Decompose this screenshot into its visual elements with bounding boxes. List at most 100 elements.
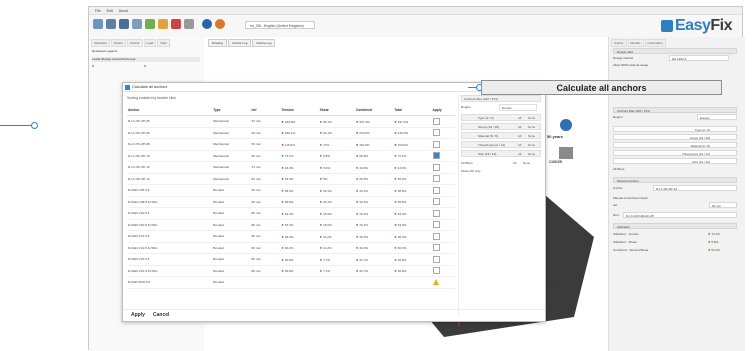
filter-item[interactable]: Material (6 / 8) All None [461,132,541,139]
filter-item[interactable]: Size (19 / 10) All None [461,150,541,157]
region-select[interactable]: Europe [697,114,737,120]
filter-thread-type[interactable]: Thread type (19 / 14) [613,150,737,156]
cell-apply[interactable] [431,230,455,243]
hef-input[interactable]: 60 mm [709,202,737,208]
filter-material[interactable]: Material (6 / 8) [613,142,737,148]
col-hef[interactable]: hef [250,105,281,116]
filter-type[interactable]: Type (2 / 3) [613,126,737,132]
filter-panel-header[interactable]: Anchors filter (210 / 374) [461,95,541,102]
filter-size[interactable]: Size (19 / 10) [613,158,737,164]
language-select[interactable]: en_GB - English (United Kingdom) [245,21,315,29]
apply-button[interactable]: Apply [131,312,145,318]
new-file-icon[interactable] [93,19,103,29]
cell-apply[interactable] [431,184,455,197]
filter-all-button[interactable]: All [518,142,521,149]
filter-item[interactable]: Group (19 / 18) All None [461,123,541,130]
table-row[interactable]: R-KER-V10-5.6-HDG Bonded 80 mm ●54.4% ●15.6%… [127,219,455,231]
cell-apply[interactable] [431,150,455,162]
table-row[interactable]: R-KER-V12-5.6-HDG Bonded 80 mm ●30.2% ●11.2%… [127,242,455,254]
all-filters-all-button[interactable]: All [513,160,516,167]
tab-results[interactable]: Results [627,39,644,47]
apply-checkbox[interactable] [432,129,440,137]
col-tension[interactable]: Tension [280,105,319,116]
cell-apply[interactable] [431,207,455,220]
tab-fixture[interactable]: Fixture [110,39,127,47]
tab-load[interactable]: Load [143,39,157,47]
cell-apply[interactable] [431,276,455,289]
show-ok-only[interactable]: Show OK only [461,168,541,175]
filter-all-button[interactable]: All [518,151,521,158]
all-filters-none-button[interactable]: None [523,160,530,167]
filter-all-button[interactable]: All [518,124,521,131]
table-row[interactable]: R-LX-HF-ZP-06 Mechanical 40 mm ●180.1% ●24.1… [127,127,455,139]
anchor-filter-header[interactable]: Anchors filter (210 / 374) [613,107,737,113]
filter-group[interactable]: Group (19 / 18) [613,134,737,140]
menu-edit[interactable]: Edit [107,9,113,13]
rod-select[interactable]: R-LX-10X100-HF-ZP [623,212,737,218]
apply-checkbox[interactable] [432,140,440,148]
apply-checkbox[interactable] [432,186,440,194]
apply-checkbox[interactable] [432,244,440,252]
selected-anchor-header[interactable]: Selected anchor [613,177,737,183]
pdf-icon[interactable] [171,19,181,29]
export-icon[interactable] [145,19,155,29]
tab-anchor[interactable]: Anchor [127,39,143,47]
col-anchor[interactable]: Anchor [127,105,213,116]
cell-apply[interactable] [431,219,455,231]
print-icon[interactable] [184,19,194,29]
filter-item[interactable]: Thread type (2 / 14) All None [461,141,541,148]
filter-none-button[interactable]: None [528,124,535,131]
table-row[interactable]: R-KER-V08-5.6-HDG Bonded 60 mm ●36.6% ●20.1%… [127,196,455,208]
table-row[interactable]: R-LX-HF-ZP-10 Mechanical 60 mm ●72.1% ●6.8% ●… [127,150,455,162]
apply-checkbox[interactable] [432,198,440,206]
col-combined[interactable]: Combined [354,105,394,116]
table-row[interactable]: R-KER-V10-5.6 Bonded 80 mm ●54.4% ●15.6% ●76.… [127,207,455,220]
filter-all-button[interactable]: All [518,115,521,122]
menu-about[interactable]: About [119,9,128,13]
table-row[interactable]: R-LX-HF-ZP-08 Mechanical 50 mm ●116.6% ●17% ●… [127,138,455,151]
table-row[interactable]: R-KER-V06-5.6 Bonded 60 mm ●38.6% ●29.1% ●30.… [127,184,455,197]
design-data-header[interactable]: Design data [613,48,737,54]
apply-checkbox[interactable] [432,152,440,160]
filter-none-button[interactable]: None [528,133,535,140]
filter-none-button[interactable]: None [528,142,535,149]
filter-none-button[interactable]: None [528,115,535,122]
cell-apply[interactable] [431,138,455,151]
menu-file[interactable]: File [95,9,101,13]
cell-apply[interactable] [431,173,455,185]
table-row[interactable]: R-KER-V16-5.6 Bonded 80 mm ●30.8% ●7.1% ●32.7… [127,253,455,266]
table-row[interactable]: R-KER-M20-5.6 Bonded [127,276,455,289]
open-file-icon[interactable] [106,19,116,29]
loads-header[interactable]: Loads (Design actions/Factored) [92,57,200,62]
apply-checkbox[interactable] [432,175,440,183]
report-icon[interactable] [132,19,142,29]
design-method-select[interactable]: EN 1992-4 [669,55,729,61]
cell-apply[interactable] [431,196,455,208]
apply-checkbox[interactable] [432,221,440,229]
apply-checkbox[interactable] [432,117,440,125]
table-row[interactable]: R-LX-HF-ZP-14 Mechanical 82 mm ●33.3% ●5% ●35… [127,173,455,185]
filter-item[interactable]: Type (2 / 3) All None [461,114,541,121]
table-row[interactable]: R-LX-HF-ZP-12 Mechanical 74 mm ●43.0% ●5.6% ●… [127,161,455,174]
table-row[interactable]: R-KER-V12-5.6 Bonded 80 mm ●30.2% ●11.2% ●30.… [127,230,455,243]
cell-apply[interactable] [431,127,455,139]
filter-region-select[interactable]: Europe [499,104,537,111]
table-row[interactable]: R-KER-V16-5.6-HDG Bonded 80 mm ●30.8% ●7.1% ●… [127,265,455,277]
tab-view[interactable]: View [157,39,170,47]
filter-all-button[interactable]: All [518,133,521,140]
col-type[interactable]: Type [212,105,251,116]
tab-substrate[interactable]: Substrate [91,39,110,47]
apply-checkbox[interactable] [432,163,440,171]
apply-checkbox[interactable] [432,267,440,275]
anchor-select[interactable]: R-LX-HF-ZP-10 [653,185,737,191]
cell-apply[interactable] [431,115,455,128]
cell-apply[interactable] [431,242,455,254]
tab-anchor-right[interactable]: Anchor [611,39,627,47]
apply-checkbox[interactable] [432,232,440,240]
cell-apply[interactable] [431,253,455,266]
calculate-icon[interactable] [158,19,168,29]
table-row[interactable]: R-LX-HF-ZP-05 Mechanical 32 mm ●349.8% ●36.1… [127,115,455,128]
col-shear[interactable]: Shear [318,105,355,116]
filter-none-button[interactable]: None [528,151,535,158]
cancel-button[interactable]: Cancel [153,312,169,318]
